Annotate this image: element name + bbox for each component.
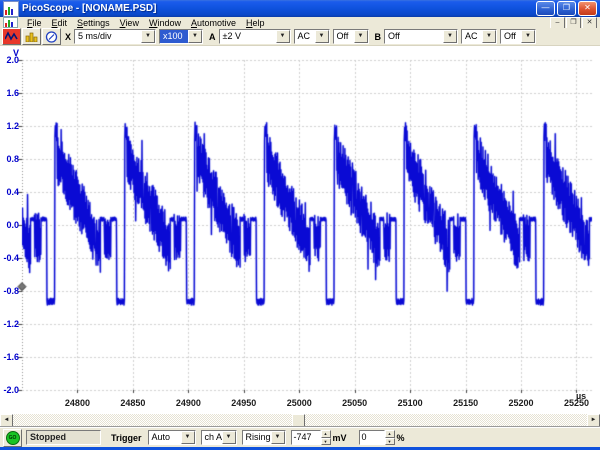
chevron-down-icon[interactable]: ▼ — [353, 30, 368, 43]
x-tick-label: 24900 — [175, 398, 201, 408]
status-bar: GO Stopped Trigger Auto ▼ ch A ▼ Rising … — [0, 427, 600, 447]
timebase-axis-label: X — [65, 31, 72, 42]
x-tick-label: 25200 — [508, 398, 534, 408]
y-tick-label: 0.0 — [6, 220, 19, 230]
channel-b-coupling-select[interactable]: AC ▼ — [461, 29, 498, 44]
timebase-select[interactable]: 5 ms/div ▼ — [74, 29, 157, 44]
minimize-button[interactable]: — — [536, 1, 555, 16]
mdi-close-button[interactable]: ✕ — [582, 16, 597, 29]
scope-display: 2.0 1.6 1.2 0.8 0.4 0.0 -0.4 -0.8 -1.2 -1.6 -2.0 24… — [0, 46, 600, 414]
chevron-down-icon[interactable]: ▼ — [188, 30, 203, 43]
scroll-right-button[interactable]: ► — [587, 414, 600, 427]
trigger-mode-select[interactable]: Auto ▼ — [147, 430, 196, 445]
chevron-down-icon[interactable]: ▼ — [180, 431, 195, 444]
chevron-down-icon[interactable]: ▼ — [221, 431, 236, 444]
chevron-down-icon[interactable]: ▼ — [314, 30, 329, 43]
chevron-down-icon[interactable]: ▼ — [141, 30, 156, 43]
mdi-minimize-button[interactable]: – — [550, 16, 565, 29]
menu-item-file[interactable]: File — [22, 18, 47, 28]
spectrum-bars-icon — [25, 32, 38, 42]
scrollbar-thumb[interactable] — [292, 414, 305, 427]
spin-down-icon[interactable]: ▼ — [320, 437, 331, 445]
y-tick-label: -1.2 — [3, 319, 19, 329]
spin-up-icon[interactable]: ▲ — [320, 430, 331, 438]
menu-item-help[interactable]: Help — [241, 18, 270, 28]
y-axis-unit-label: V — [12, 48, 19, 58]
x-axis-unit-label: µs — [576, 391, 587, 401]
x-tick-label: 25050 — [342, 398, 368, 408]
y-tick-label: 0.8 — [6, 154, 19, 164]
trigger-threshold-input[interactable]: -747 — [290, 430, 321, 445]
y-tick-label: -1.6 — [3, 352, 19, 362]
window-title: PicoScope - [NONAME.PSD] — [22, 3, 157, 14]
chevron-down-icon[interactable]: ▼ — [521, 30, 536, 43]
title-bar: PicoScope - [NONAME.PSD] — ❐ ✕ — [0, 0, 600, 17]
scope-waveform-icon — [5, 31, 18, 41]
y-tick-label: 0.4 — [6, 187, 19, 197]
menu-item-view[interactable]: View — [115, 18, 144, 28]
menu-item-window[interactable]: Window — [144, 18, 186, 28]
x-tick-label: 24850 — [120, 398, 146, 408]
y-tick-label: 1.6 — [6, 88, 19, 98]
x-tick-label: 24800 — [64, 398, 90, 408]
x-tick-label: 25150 — [453, 398, 479, 408]
channel-b-range-select[interactable]: Off ▼ — [384, 29, 459, 44]
y-tick-label: -2.0 — [3, 385, 19, 395]
spectrum-view-button[interactable] — [22, 28, 41, 45]
zoom-select[interactable]: x100 ▼ — [159, 29, 204, 44]
channel-a-range-select[interactable]: ±2 V ▼ — [218, 29, 291, 44]
acquisition-state: Stopped — [26, 430, 101, 445]
horizontal-scrollbar[interactable]: ◄ ► — [0, 414, 600, 427]
channel-a-coupling-select[interactable]: AC ▼ — [293, 29, 330, 44]
delay-stepper[interactable]: ▲ ▼ — [384, 430, 395, 445]
waveform-canvas — [0, 46, 600, 414]
channel-b-option-select[interactable]: Off ▼ — [500, 29, 537, 44]
mdi-restore-button[interactable]: ❐ — [566, 16, 581, 29]
meter-view-button[interactable] — [42, 28, 61, 45]
restore-button[interactable]: ❐ — [557, 1, 576, 16]
app-logo-icon — [3, 0, 19, 17]
go-light-icon: GO — [5, 430, 20, 445]
menu-bar: File Edit Settings View Window Automotive Help… — [0, 16, 600, 29]
chevron-down-icon[interactable]: ▼ — [443, 30, 458, 43]
scope-view-button[interactable] — [2, 28, 21, 45]
y-tick-label: -0.4 — [3, 253, 19, 263]
threshold-unit-label: mV — [332, 432, 347, 443]
chevron-down-icon[interactable]: ▼ — [270, 431, 285, 444]
menu-item-edit[interactable]: Edit — [47, 18, 73, 28]
toolbar: X 5 ms/div ▼ x100 ▼ A ±2 V ▼ AC ▼ Off ▼ … — [0, 28, 600, 46]
channel-a-option-select[interactable]: Off ▼ — [332, 29, 369, 44]
scroll-left-button[interactable]: ◄ — [0, 414, 13, 427]
chevron-down-icon[interactable]: ▼ — [482, 30, 497, 43]
threshold-stepper[interactable]: ▲ ▼ — [320, 430, 331, 445]
go-button[interactable]: GO — [3, 428, 22, 447]
x-tick-label: 25100 — [397, 398, 423, 408]
x-tick-label: 24950 — [231, 398, 257, 408]
meter-gauge-icon — [45, 30, 58, 43]
trigger-delay-input[interactable]: 0 — [358, 430, 385, 445]
document-icon[interactable] — [3, 17, 18, 28]
spin-down-icon[interactable]: ▼ — [384, 437, 395, 445]
chevron-down-icon[interactable]: ▼ — [275, 30, 290, 43]
channel-b-label: B — [374, 31, 382, 42]
menu-item-automotive[interactable]: Automotive — [186, 18, 241, 28]
trigger-label: Trigger — [111, 432, 142, 443]
y-tick-label: -0.8 — [3, 286, 19, 296]
y-tick-label: 1.2 — [6, 121, 19, 131]
delay-unit-label: % — [396, 432, 405, 443]
x-tick-label: 25000 — [286, 398, 312, 408]
close-button[interactable]: ✕ — [578, 1, 597, 16]
channel-a-label: A — [209, 31, 216, 42]
menu-item-settings[interactable]: Settings — [72, 18, 115, 28]
trigger-edge-select[interactable]: Rising ▼ — [241, 430, 286, 445]
spin-up-icon[interactable]: ▲ — [384, 430, 395, 438]
trigger-channel-select[interactable]: ch A ▼ — [200, 430, 237, 445]
